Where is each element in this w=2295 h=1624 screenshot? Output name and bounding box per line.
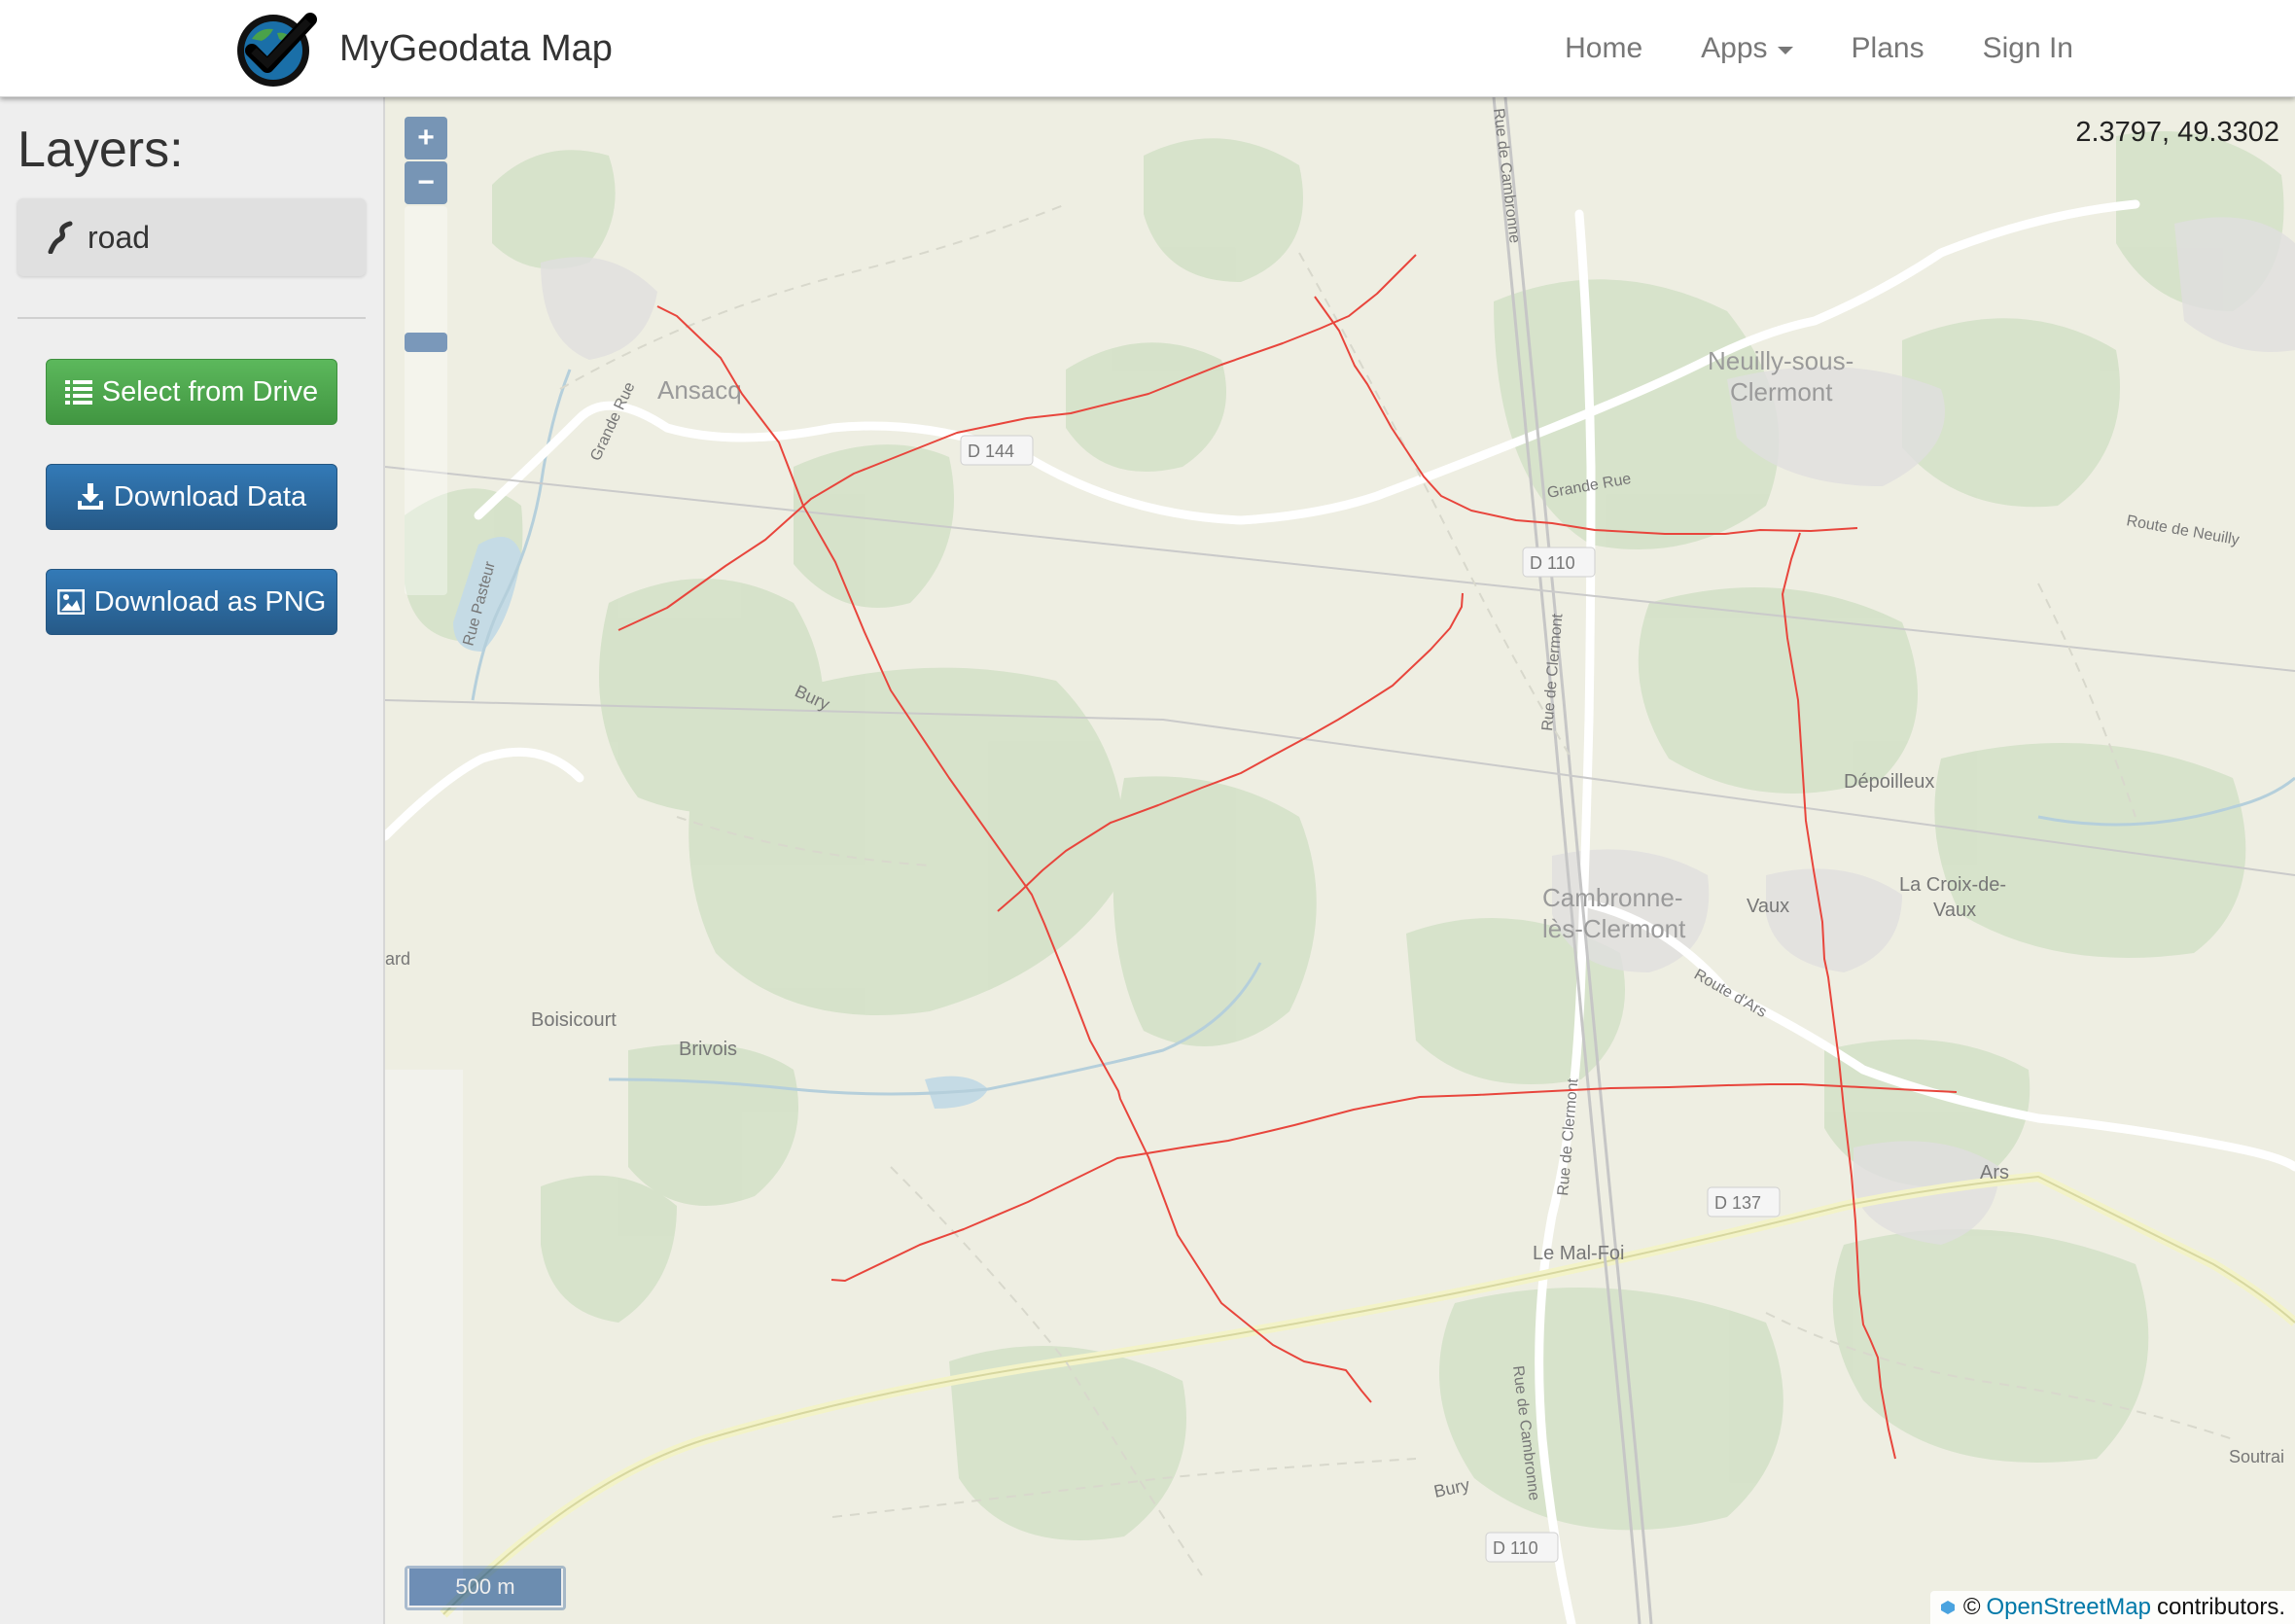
label-croix-1: La Croix-de- [1899,874,2006,896]
download-png-button[interactable]: Download as PNG [46,569,337,635]
map-canvas: Ansacq Neuilly-sous- Clermont Cambronne-… [385,97,2295,1624]
scale-label: 500 m [407,1569,563,1607]
layer-item-road[interactable]: road [18,198,366,276]
zoom-slider[interactable] [405,206,447,595]
label-boisicourt: Boisicourt [531,1009,617,1031]
nav-apps-label: Apps [1701,32,1768,64]
download-data-label: Download Data [113,480,307,512]
layer-name: road [88,219,151,255]
label-ansacq: Ansacq [657,375,742,405]
sidebar-divider [18,317,366,319]
select-from-drive-label: Select from Drive [101,375,319,407]
label-cambronne-2: lès-Clermont [1542,914,1686,943]
zoom-slider-thumb[interactable] [405,333,447,352]
label-d110-a: D 110 [1530,553,1575,573]
brand-logo-icon [237,13,317,87]
nav-plans[interactable]: Plans [1852,32,1924,65]
nav-sign-in[interactable]: Sign In [1983,32,2073,65]
picture-icon [56,589,85,615]
label-soutrai: Soutrai [2229,1447,2284,1466]
label-ard: ard [385,949,410,969]
nav-apps[interactable]: Apps [1701,32,1793,65]
attribution-suffix: contributors. [2156,1594,2285,1620]
map-view[interactable]: Ansacq Neuilly-sous- Clermont Cambronne-… [385,97,2295,1624]
nav-home[interactable]: Home [1565,32,1642,65]
label-d110-b: D 110 [1493,1538,1538,1558]
label-brivois: Brivois [679,1039,737,1060]
caret-down-icon [1777,47,1793,54]
label-le-mal-foi: Le Mal-Foi [1533,1243,1624,1264]
list-icon [64,380,92,405]
ol-logo-icon [1940,1601,1955,1614]
download-icon [77,483,103,510]
layers-title: Layers: [18,122,184,178]
sidebar: Layers: road Select from Drive Download … [0,97,385,1624]
brand-title: MyGeodata Map [339,27,613,69]
zoom-control: + − [405,117,449,595]
label-vaux: Vaux [1747,896,1789,917]
label-neuilly-2: Clermont [1730,377,1833,406]
select-from-drive-button[interactable]: Select from Drive [46,359,337,425]
label-d137: D 137 [1714,1193,1761,1213]
label-cambronne-1: Cambronne- [1542,883,1683,912]
label-croix-2: Vaux [1933,900,1976,921]
label-d144: D 144 [968,441,1014,461]
osm-link[interactable]: OpenStreetMap [1987,1594,2151,1621]
zoom-in-button[interactable]: + [405,117,447,159]
brand[interactable]: MyGeodata Map [230,8,613,89]
label-ars: Ars [1980,1162,2009,1183]
zoom-out-button[interactable]: − [405,161,447,204]
label-neuilly-1: Neuilly-sous- [1708,346,1854,375]
download-png-label: Download as PNG [93,585,327,618]
main-nav: Home Apps Plans Sign In [1506,0,2073,97]
scale-bar: 500 m [405,1566,566,1610]
attribution: © OpenStreetMap contributors. [1929,1591,2295,1624]
mouse-coordinates: 2.3797, 49.3302 [2075,117,2279,148]
download-data-button[interactable]: Download Data [46,464,337,530]
attribution-prefix: © [1962,1594,1981,1620]
top-navbar: MyGeodata Map Home Apps Plans Sign In [0,0,2295,97]
label-depoilleux: Dépoilleux [1844,771,1934,793]
line-layer-icon [48,221,73,254]
